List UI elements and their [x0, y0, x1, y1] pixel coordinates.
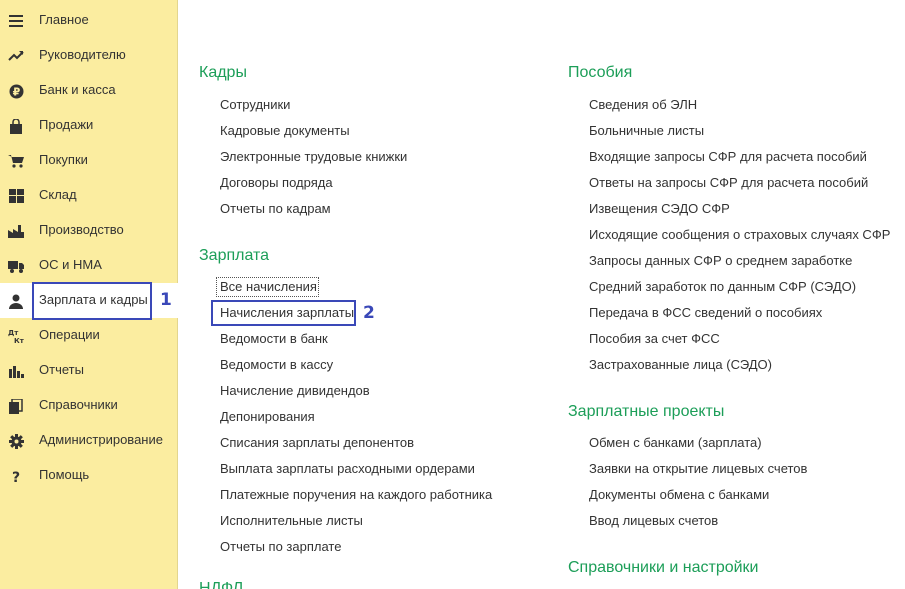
sidebar-item-label: ОС и НМА [39, 257, 102, 272]
bar-chart-icon [8, 363, 24, 379]
sidebar-item-label: Склад [39, 187, 77, 202]
link-cash-statements[interactable]: Ведомости в кассу [220, 357, 333, 372]
link-eln-info[interactable]: Сведения об ЭЛН [589, 97, 697, 112]
section-title-directories-settings: Справочники и настройки [568, 559, 759, 576]
sidebar-item-help[interactable]: ? Помощь [0, 458, 178, 493]
sidebar-item-main[interactable]: Главное [0, 3, 178, 38]
truck-icon [8, 258, 24, 274]
cart-icon [8, 153, 24, 169]
sidebar-item-reports[interactable]: Отчеты [0, 353, 178, 388]
svg-text:Кт: Кт [14, 337, 24, 344]
sidebar-item-directories[interactable]: Справочники [0, 388, 178, 423]
question-icon: ? [8, 468, 24, 484]
bag-icon [8, 118, 24, 134]
sidebar-item-label: Отчеты [39, 362, 84, 377]
sidebar-item-label: Справочники [39, 397, 118, 412]
link-hr-reports[interactable]: Отчеты по кадрам [220, 201, 331, 216]
link-outgoing-insurance-messages[interactable]: Исходящие сообщения о страховых случаях … [589, 227, 890, 242]
sidebar-item-assets[interactable]: ОС и НМА [0, 248, 178, 283]
link-average-earnings-sedo[interactable]: Средний заработок по данным СФР (СЭДО) [589, 279, 856, 294]
link-salary-reports[interactable]: Отчеты по зарплате [220, 539, 341, 554]
link-fss-benefit-transfer[interactable]: Передача в ФСС сведений о пособиях [589, 305, 822, 320]
step-marker-1: 1 [160, 290, 172, 310]
svg-text:₽: ₽ [12, 85, 20, 98]
link-fss-benefits[interactable]: Пособия за счет ФСС [589, 331, 720, 346]
ruble-icon: ₽ [8, 83, 24, 99]
link-account-input[interactable]: Ввод лицевых счетов [589, 513, 718, 528]
link-contracts[interactable]: Договоры подряда [220, 175, 333, 190]
link-sfr-request-answers[interactable]: Ответы на запросы СФР для расчета пособи… [589, 175, 868, 190]
link-deposit-writeoffs[interactable]: Списания зарплаты депонентов [220, 435, 414, 450]
sidebar-item-label: Руководителю [39, 47, 126, 62]
sidebar-item-label: Администрирование [39, 432, 163, 447]
sidebar-item-label: Операции [39, 327, 100, 342]
link-bank-exchange-documents[interactable]: Документы обмена с банками [589, 487, 769, 502]
svg-text:?: ? [12, 470, 20, 484]
sidebar-item-label: Покупки [39, 152, 88, 167]
link-payment-orders[interactable]: Платежные поручения на каждого работника [220, 487, 492, 502]
sidebar-item-sales[interactable]: Продажи [0, 108, 178, 143]
section-title-salary-projects: Зарплатные проекты [568, 403, 725, 420]
link-deposits[interactable]: Депонирования [220, 409, 315, 424]
sidebar-item-operations[interactable]: Дт Кт Операции [0, 318, 178, 353]
link-account-opening-requests[interactable]: Заявки на открытие лицевых счетов [589, 461, 807, 476]
link-incoming-sfr-requests[interactable]: Входящие запросы СФР для расчета пособий [589, 149, 867, 164]
sidebar-item-label: Помощь [39, 467, 90, 482]
person-icon [8, 293, 24, 309]
warehouse-icon [8, 188, 24, 204]
link-average-earnings-requests[interactable]: Запросы данных СФР о среднем заработке [589, 253, 852, 268]
link-cash-order-payouts[interactable]: Выплата зарплаты расходными ордерами [220, 461, 475, 476]
sidebar-item-purchases[interactable]: Покупки [0, 143, 178, 178]
sidebar-item-label: Главное [39, 12, 89, 27]
dt-kt-icon: Дт Кт [8, 328, 24, 344]
section-title-zarplata: Зарплата [199, 247, 270, 264]
sidebar-item-warehouse[interactable]: Склад [0, 178, 178, 213]
link-electronic-workbooks[interactable]: Электронные трудовые книжки [220, 149, 407, 164]
link-bank-statements[interactable]: Ведомости в банк [220, 331, 328, 346]
link-hr-documents[interactable]: Кадровые документы [220, 123, 350, 138]
link-sick-leaves[interactable]: Больничные листы [589, 123, 704, 138]
link-employees[interactable]: Сотрудники [220, 97, 290, 112]
sidebar-item-production[interactable]: Производство [0, 213, 178, 248]
sidebar-item-admin[interactable]: Администрирование [0, 423, 178, 458]
link-insured-persons[interactable]: Застрахованные лица (СЭДО) [589, 357, 772, 372]
sidebar-item-label: Банк и касса [39, 82, 116, 97]
step-marker-2: 2 [363, 303, 375, 323]
link-writs[interactable]: Исполнительные листы [220, 513, 363, 528]
section-title-benefits: Пособия [568, 64, 633, 81]
gear-icon [8, 433, 24, 449]
factory-icon [8, 223, 24, 239]
link-bank-exchange[interactable]: Обмен с банками (зарплата) [589, 435, 762, 450]
highlight-box-1 [32, 282, 152, 320]
books-icon [8, 398, 24, 414]
link-all-accruals[interactable]: Все начисления [220, 279, 317, 294]
sidebar-item-label: Продажи [39, 117, 94, 132]
sidebar-item-label: Производство [39, 222, 124, 237]
link-dividends[interactable]: Начисление дивидендов [220, 383, 370, 398]
trend-icon [8, 48, 24, 64]
sidebar-item-director[interactable]: Руководителю [0, 38, 178, 73]
sidebar-item-bank[interactable]: ₽ Банк и касса [0, 73, 178, 108]
section-title-kadry: Кадры [199, 64, 247, 81]
highlight-box-2 [211, 300, 356, 326]
link-sedo-notices[interactable]: Извещения СЭДО СФР [589, 201, 730, 216]
section-title-ndfl: НДФЛ [199, 580, 244, 589]
svg-text:Дт: Дт [8, 329, 19, 337]
menu-icon [8, 13, 24, 29]
